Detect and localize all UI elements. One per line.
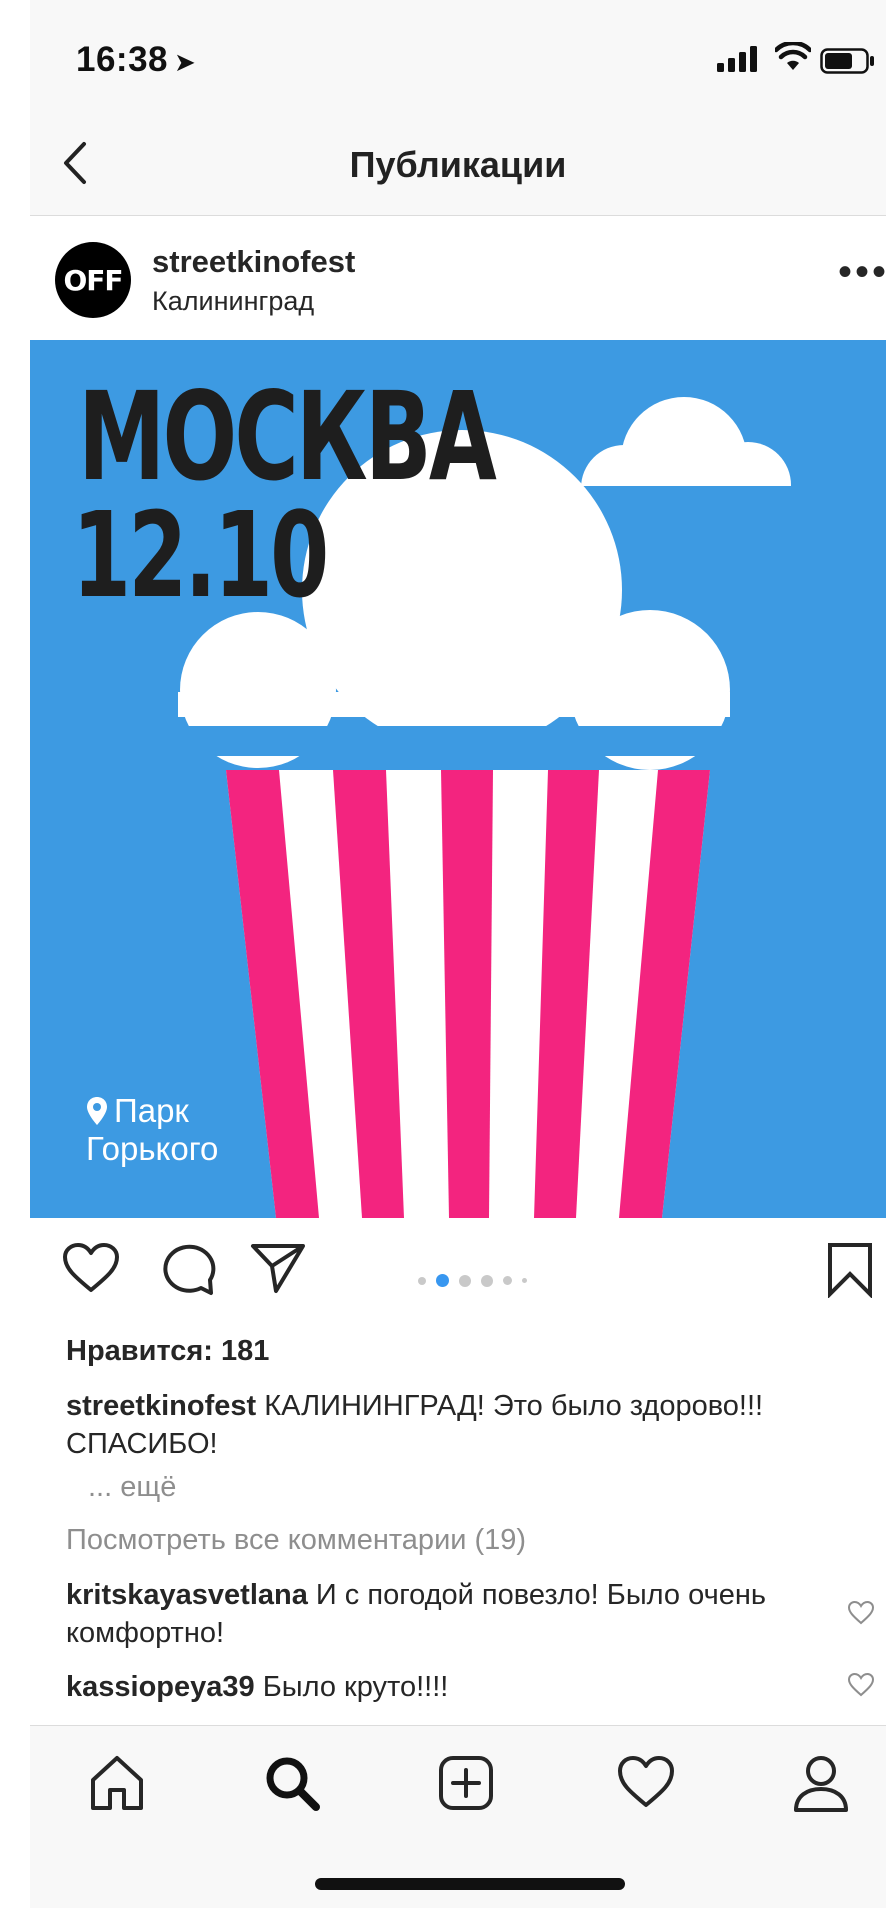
comment-like-heart-icon[interactable] bbox=[847, 1672, 875, 1698]
comment-username[interactable]: kritskayasvetlana bbox=[66, 1579, 308, 1611]
comment-like-heart-icon[interactable] bbox=[847, 1600, 875, 1626]
carousel-dot bbox=[481, 1274, 493, 1287]
status-bar: 16:38 ➤ bbox=[30, 0, 886, 120]
profile-icon[interactable] bbox=[792, 1754, 850, 1814]
comment-username[interactable]: kassiopeya39 bbox=[66, 1671, 255, 1703]
like-heart-icon[interactable] bbox=[62, 1242, 120, 1294]
comment-item: kritskayasvetlana И с погодой повезло! Б… bbox=[66, 1576, 826, 1652]
location-pin-icon bbox=[87, 1097, 107, 1125]
event-date: 12.10 bbox=[72, 486, 329, 624]
wifi-icon bbox=[775, 42, 811, 70]
comment-item: kassiopeya39 Было круто!!!! bbox=[66, 1668, 856, 1706]
status-time: 16:38 ➤ bbox=[76, 40, 197, 79]
post-header: OFF streetkinofest Калининград ••• bbox=[30, 216, 886, 340]
share-icon[interactable] bbox=[250, 1242, 306, 1294]
avatar[interactable]: OFF bbox=[55, 242, 131, 318]
venue-line-2: Горького bbox=[86, 1130, 219, 1167]
comment-icon[interactable] bbox=[160, 1242, 216, 1296]
home-indicator[interactable] bbox=[315, 1878, 625, 1890]
post-location[interactable]: Калининград bbox=[152, 286, 314, 317]
post-username[interactable]: streetkinofest bbox=[152, 244, 355, 280]
add-post-icon[interactable] bbox=[437, 1754, 495, 1812]
carousel-dot bbox=[503, 1276, 512, 1285]
likes-count[interactable]: Нравится: 181 bbox=[66, 1332, 856, 1370]
more-options-icon[interactable]: ••• bbox=[838, 252, 886, 292]
caption-username[interactable]: streetkinofest bbox=[66, 1390, 256, 1422]
carousel-indicator bbox=[418, 1274, 527, 1287]
post-actions bbox=[30, 1218, 886, 1336]
view-all-comments-link[interactable]: Посмотреть все комментарии (19) bbox=[66, 1521, 856, 1559]
more-caption-link[interactable]: ... ещё bbox=[88, 1468, 878, 1506]
bookmark-icon[interactable] bbox=[826, 1242, 874, 1298]
event-venue: Парк Горького bbox=[86, 1092, 218, 1168]
activity-heart-icon[interactable] bbox=[616, 1754, 676, 1810]
post-image[interactable]: МОСКВА 12.10 Парк Горького bbox=[30, 340, 886, 1218]
carousel-dot bbox=[522, 1278, 527, 1283]
venue-line-1: Парк bbox=[114, 1092, 189, 1129]
search-icon[interactable] bbox=[263, 1754, 321, 1812]
nav-header: Публикации bbox=[30, 120, 886, 216]
home-icon[interactable] bbox=[88, 1754, 146, 1812]
carousel-dot-active bbox=[436, 1274, 449, 1287]
carousel-dot bbox=[418, 1276, 426, 1285]
post-caption: streetkinofest КАЛИНИНГРАД! Это было здо… bbox=[66, 1387, 856, 1463]
carousel-dot bbox=[459, 1274, 471, 1287]
signal-icon bbox=[717, 46, 757, 72]
comment-text: Было круто!!!! bbox=[262, 1671, 449, 1703]
location-arrow-icon: ➤ bbox=[174, 47, 197, 77]
event-city: МОСКВА bbox=[78, 366, 497, 508]
battery-icon bbox=[820, 48, 874, 74]
page-title: Публикации bbox=[349, 144, 567, 185]
